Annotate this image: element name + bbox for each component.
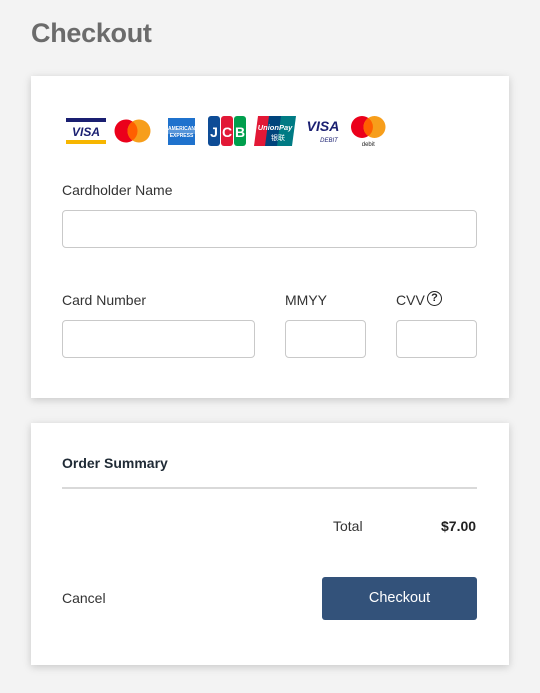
cardholder-name-label: Cardholder Name — [62, 182, 173, 198]
svg-text:B: B — [235, 124, 245, 140]
visa-logo-text: VISA — [72, 125, 100, 139]
cvv-help-icon[interactable]: ? — [427, 291, 442, 306]
summary-divider — [62, 487, 477, 489]
page-title: Checkout — [31, 18, 152, 48]
svg-text:VISA: VISA — [307, 118, 340, 134]
svg-text:debit: debit — [362, 142, 375, 148]
svg-text:AMERICAN: AMERICAN — [168, 126, 195, 132]
unionpay-logo: UnionPay 银联 — [254, 116, 296, 146]
cvv-input[interactable] — [396, 320, 477, 358]
checkout-button[interactable]: Checkout — [322, 577, 477, 620]
card-number-input[interactable] — [62, 320, 255, 358]
cardholder-name-input[interactable] — [62, 210, 477, 248]
mastercard-debit-logo: debit — [351, 116, 386, 148]
visa-logo: VISA — [66, 118, 106, 144]
svg-text:J: J — [210, 124, 218, 140]
svg-text:DEBIT: DEBIT — [320, 138, 339, 144]
visa-debit-logo: VISA DEBIT — [307, 118, 340, 144]
svg-text:EXPRESS: EXPRESS — [170, 133, 194, 139]
svg-text:UnionPay: UnionPay — [258, 123, 293, 132]
cancel-link[interactable]: Cancel — [62, 590, 106, 606]
total-value: $7.00 — [441, 518, 477, 534]
total-label: Total — [333, 518, 363, 534]
order-summary-card: Order Summary Total $7.00 Cancel Checkou… — [31, 423, 509, 665]
svg-text:C: C — [222, 124, 232, 140]
cvv-label: CVV — [396, 292, 425, 308]
jcb-logo: J C B — [208, 116, 246, 146]
order-summary-title: Order Summary — [62, 455, 168, 471]
expiry-input[interactable] — [285, 320, 366, 358]
amex-logo: AMERICAN EXPRESS — [168, 118, 195, 145]
payment-card: VISA AMERICAN EXPRESS J C B UnionPay 银联 … — [31, 76, 509, 398]
card-number-label: Card Number — [62, 292, 147, 308]
svg-text:银联: 银联 — [271, 133, 285, 142]
mastercard-logo — [114, 119, 151, 143]
expiry-label: MMYY — [285, 292, 327, 308]
